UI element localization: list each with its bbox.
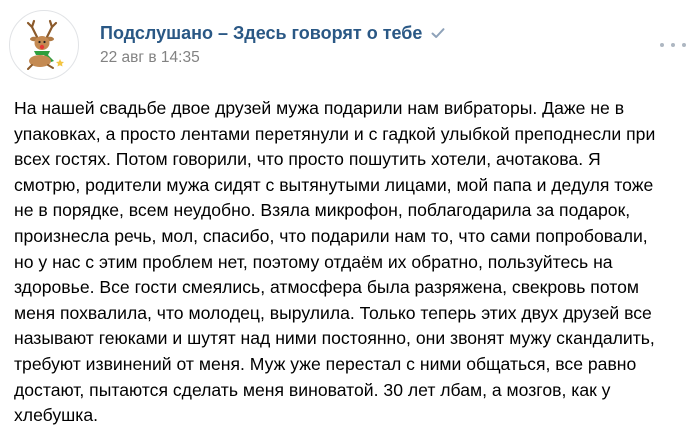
more-dots-icon — [671, 43, 675, 47]
post-text-line: смотрю, родители мужа сидят с вытянутыми… — [14, 174, 654, 195]
post-text: На нашей свадьбе двое друзей мужа подари… — [14, 96, 694, 429]
checkmark-icon — [431, 28, 445, 38]
post-text-line: хлебушка. — [14, 405, 99, 426]
post-text-line: всех гостях. Потом говорили, что просто … — [14, 149, 601, 170]
post-text-line: достают, пытаются сделать меня виноватой… — [14, 379, 611, 400]
post-header: Подслушано – Здесь говорят о тебе 22 авг… — [0, 0, 700, 90]
reindeer-icon — [26, 19, 64, 70]
post-timestamp[interactable]: 22 авг в 14:35 — [100, 48, 200, 68]
title-row: Подслушано – Здесь говорят о тебе — [100, 20, 446, 46]
group-avatar[interactable] — [9, 10, 79, 80]
post-text-line: меня похвалила, что молодец, вырулила. Т… — [14, 302, 652, 323]
more-options-button[interactable] — [660, 38, 686, 52]
post-text-line: произнесла речь, мол, спасибо, что подар… — [14, 225, 648, 246]
post-text-line: требуют извинений от меня. Муж уже перес… — [14, 353, 637, 374]
post-text-line: На нашей свадьбе двое друзей мужа подари… — [14, 98, 625, 118]
post-text-line: но у нас с этим проблем нет, поэтому отд… — [14, 251, 613, 272]
post-text-line: называют геюками и шутят над ними постоя… — [14, 328, 655, 349]
post-text-line: здоровье. Все гости смеялись, атмосфера … — [14, 277, 639, 298]
post-text-line: не в порядке, всем неудобно. Взяла микро… — [14, 200, 631, 221]
wall-post: Подслушано – Здесь говорят о тебе 22 авг… — [0, 0, 700, 434]
more-dots-icon — [660, 43, 664, 47]
group-name-link[interactable]: Подслушано – Здесь говорят о тебе — [100, 21, 422, 45]
post-text-line: упаковках, а просто лентами перетянули и… — [14, 123, 656, 144]
more-dots-icon — [682, 43, 686, 47]
